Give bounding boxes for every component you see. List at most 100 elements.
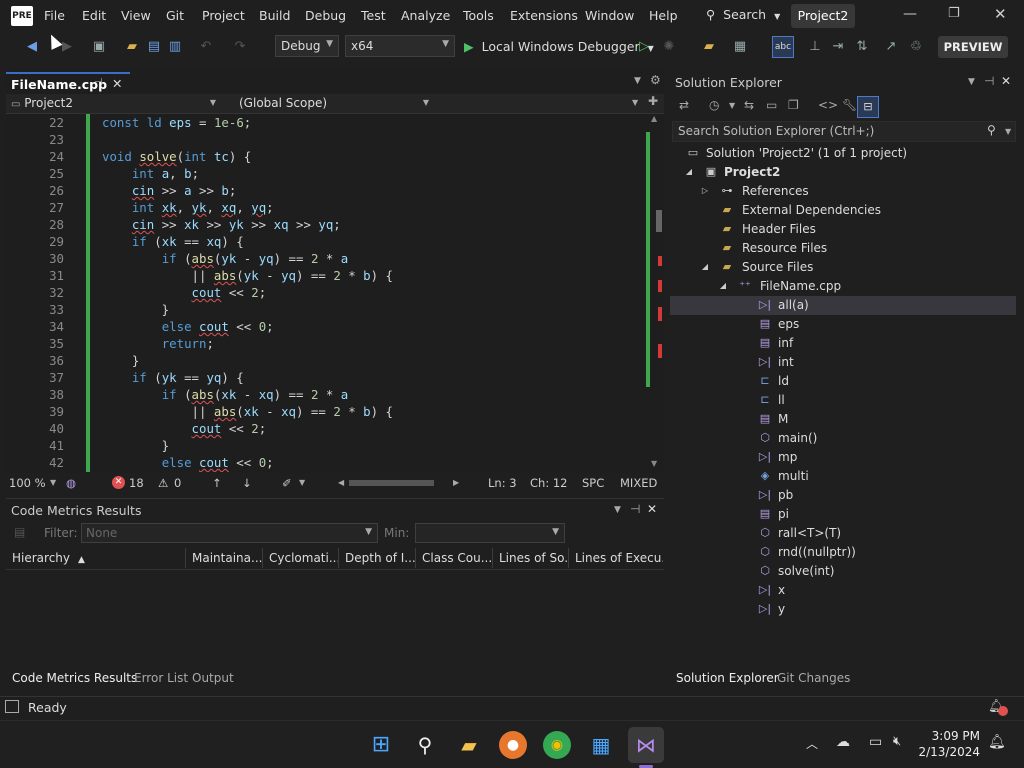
tree-item-symbol[interactable]: ▤ eps bbox=[670, 315, 1016, 334]
spell-check-icon[interactable]: abc bbox=[772, 36, 794, 58]
save-all-icon[interactable]: ▥ bbox=[166, 38, 184, 56]
collapse-all-icon[interactable]: ▭ bbox=[766, 98, 777, 112]
tab-git-changes[interactable]: Git Changes bbox=[777, 671, 850, 685]
clock[interactable]: 3:09 PM 2/13/2024 bbox=[918, 728, 980, 760]
platform-select[interactable]: x64 ▼ bbox=[345, 35, 455, 57]
show-hidden-icons-icon[interactable]: ︿ bbox=[806, 735, 818, 752]
scroll-thumb[interactable] bbox=[656, 210, 662, 232]
column-maintainability[interactable]: Maintaina... bbox=[186, 548, 263, 568]
previous-issue-icon[interactable]: ↑ bbox=[212, 473, 222, 493]
close-panel-icon[interactable]: ✕ bbox=[1001, 74, 1011, 88]
tree-item-symbol[interactable]: ⊏ ll bbox=[670, 391, 1016, 410]
line-ending-indicator[interactable]: MIXED bbox=[620, 473, 657, 493]
chevron-down-icon[interactable]: ▼ bbox=[299, 473, 305, 493]
menu-view[interactable]: View bbox=[121, 8, 151, 23]
tree-item-symbol[interactable]: ⬡ rnd((nullptr)) bbox=[670, 543, 1016, 562]
tree-item-symbol[interactable]: ▤ inf bbox=[670, 334, 1016, 353]
share-icon[interactable]: ↗ bbox=[882, 38, 900, 56]
format-icon[interactable]: ⊥ bbox=[806, 38, 824, 56]
editor-vertical-scrollbar[interactable]: ▲ ▼ bbox=[646, 114, 664, 472]
menu-analyze[interactable]: Analyze bbox=[401, 8, 450, 23]
menu-tools[interactable]: Tools bbox=[463, 8, 494, 23]
cloud-icon[interactable]: ☁ bbox=[836, 734, 850, 750]
tree-item-symbol[interactable]: ▷| y bbox=[670, 600, 1016, 619]
zoom-dropdown-icon[interactable]: ▼ bbox=[50, 473, 56, 493]
tree-item-symbol[interactable]: ⬡ rall<T>(T) bbox=[670, 524, 1016, 543]
tree-item-symbol[interactable]: ▤ M bbox=[670, 410, 1016, 429]
whitespace-indicator[interactable]: SPC bbox=[582, 473, 604, 493]
panel-dropdown-icon[interactable]: ▼ bbox=[614, 505, 621, 515]
project-scope-select[interactable]: ▭ Project2 ▼ bbox=[8, 95, 218, 113]
close-tab-icon[interactable]: ✕ bbox=[112, 76, 122, 91]
tab-list-dropdown-icon[interactable]: ▼ bbox=[634, 76, 641, 86]
notification-center-icon[interactable]: 🔔︎ bbox=[988, 734, 1006, 750]
search-icon[interactable]: ⚲ bbox=[987, 123, 996, 137]
minimize-icon[interactable]: — bbox=[903, 6, 917, 22]
split-editor-icon[interactable]: ✚ bbox=[648, 94, 658, 108]
chevron-down-icon[interactable]: ▼ bbox=[1005, 127, 1011, 136]
tree-item-header-files[interactable]: ▰ Header Files bbox=[670, 220, 1016, 239]
code-editor[interactable]: 22 const ld eps = 1e-6; 23 24 void solve(i… bbox=[6, 114, 646, 472]
close-icon[interactable]: ✕ bbox=[994, 5, 1007, 23]
preview-selected-icon[interactable]: ⊟ bbox=[857, 96, 879, 118]
global-scope-select[interactable]: (Global Scope) ▼ bbox=[236, 95, 431, 113]
column-lines-of-source[interactable]: Lines of So... bbox=[493, 548, 569, 568]
line-number-indicator[interactable]: Ln: 3 bbox=[488, 473, 517, 493]
properties-icon[interactable]: 🔧︎ bbox=[842, 98, 857, 112]
menu-git[interactable]: Git bbox=[166, 8, 184, 23]
settings-icon[interactable]: ⚙ bbox=[650, 73, 661, 87]
sync-icon[interactable]: ⇆ bbox=[744, 98, 754, 112]
live-share-icon[interactable]: ♲ bbox=[907, 38, 925, 56]
menu-debug[interactable]: Debug bbox=[305, 8, 346, 23]
folder-view-icon[interactable]: ▰ bbox=[700, 38, 718, 56]
file-explorer-icon[interactable]: ▰ bbox=[455, 731, 483, 759]
menu-test[interactable]: Test bbox=[361, 8, 386, 23]
windows-start-icon[interactable]: ⊞ bbox=[367, 731, 395, 759]
menu-file[interactable]: File bbox=[44, 8, 65, 23]
tree-item-symbol[interactable]: ▷| pb bbox=[670, 486, 1016, 505]
scroll-down-icon[interactable]: ▼ bbox=[651, 459, 657, 468]
tree-item-project[interactable]: ◢ ▣ Project2 bbox=[670, 163, 1016, 182]
search-button[interactable]: ⚲ Search ▼ bbox=[706, 7, 780, 22]
tree-item-symbol[interactable]: ⊏ ld bbox=[670, 372, 1016, 391]
tree-item-resource-files[interactable]: ▰ Resource Files bbox=[670, 239, 1016, 258]
calculate-metrics-icon[interactable]: ▤ bbox=[14, 525, 25, 539]
new-item-icon[interactable]: ▣ bbox=[90, 38, 108, 56]
tree-item-symbol[interactable]: ▷| int bbox=[670, 353, 1016, 372]
maximize-icon[interactable]: ❐ bbox=[948, 6, 960, 21]
show-all-files-icon[interactable]: ❐ bbox=[788, 98, 799, 112]
store-icon[interactable]: ▦ bbox=[587, 731, 615, 759]
volume-muted-icon[interactable]: 🔇︎ bbox=[893, 734, 901, 749]
layout-icon[interactable]: ▦ bbox=[731, 38, 749, 56]
start-debugging-button[interactable]: ▶ Local Windows Debugger ▼ bbox=[464, 39, 654, 54]
solution-name-badge[interactable]: Project2 bbox=[791, 4, 855, 28]
column-indicator[interactable]: Ch: 12 bbox=[530, 473, 567, 493]
tree-item-references[interactable]: ▷ ⊶ References bbox=[670, 182, 1016, 201]
column-class-coupling[interactable]: Class Cou... bbox=[416, 548, 493, 568]
menu-help[interactable]: Help bbox=[649, 8, 678, 23]
hot-reload-icon[interactable]: ✺ bbox=[660, 38, 678, 56]
switch-views-icon[interactable]: ⇄ bbox=[679, 98, 689, 112]
network-icon[interactable]: ▭ bbox=[869, 734, 882, 750]
error-count[interactable]: 18 bbox=[129, 473, 144, 493]
hscroll-left-icon[interactable]: ◀ bbox=[338, 473, 344, 493]
pin-icon[interactable]: ⊣ bbox=[984, 74, 994, 88]
column-lines-of-executable[interactable]: Lines of Execu... bbox=[569, 548, 663, 568]
undo-icon[interactable]: ↶ bbox=[197, 38, 215, 56]
chevron-down-icon[interactable]: ▼ bbox=[729, 101, 735, 110]
column-depth-of-inheritance[interactable]: Depth of I... bbox=[339, 548, 416, 568]
back-icon[interactable]: ◀ bbox=[23, 38, 41, 56]
pin-icon[interactable]: ⊣ bbox=[630, 502, 640, 516]
min-select[interactable]: ▼ bbox=[415, 523, 565, 543]
open-folder-icon[interactable]: ▰ bbox=[123, 38, 141, 56]
menu-build[interactable]: Build bbox=[259, 8, 290, 23]
member-dropdown-icon[interactable]: ▼ bbox=[632, 98, 638, 107]
column-cyclomatic[interactable]: Cyclomati... bbox=[263, 548, 339, 568]
menu-window[interactable]: Window bbox=[585, 8, 634, 23]
scroll-up-icon[interactable]: ▲ bbox=[651, 114, 657, 123]
menu-extensions[interactable]: Extensions bbox=[510, 8, 578, 23]
zoom-level[interactable]: 100 % bbox=[9, 473, 46, 493]
tree-item-external-dependencies[interactable]: ▰ External Dependencies bbox=[670, 201, 1016, 220]
tree-item-symbol[interactable]: ▷| x bbox=[670, 581, 1016, 600]
start-without-debugging-icon[interactable]: ▷ bbox=[635, 38, 653, 56]
